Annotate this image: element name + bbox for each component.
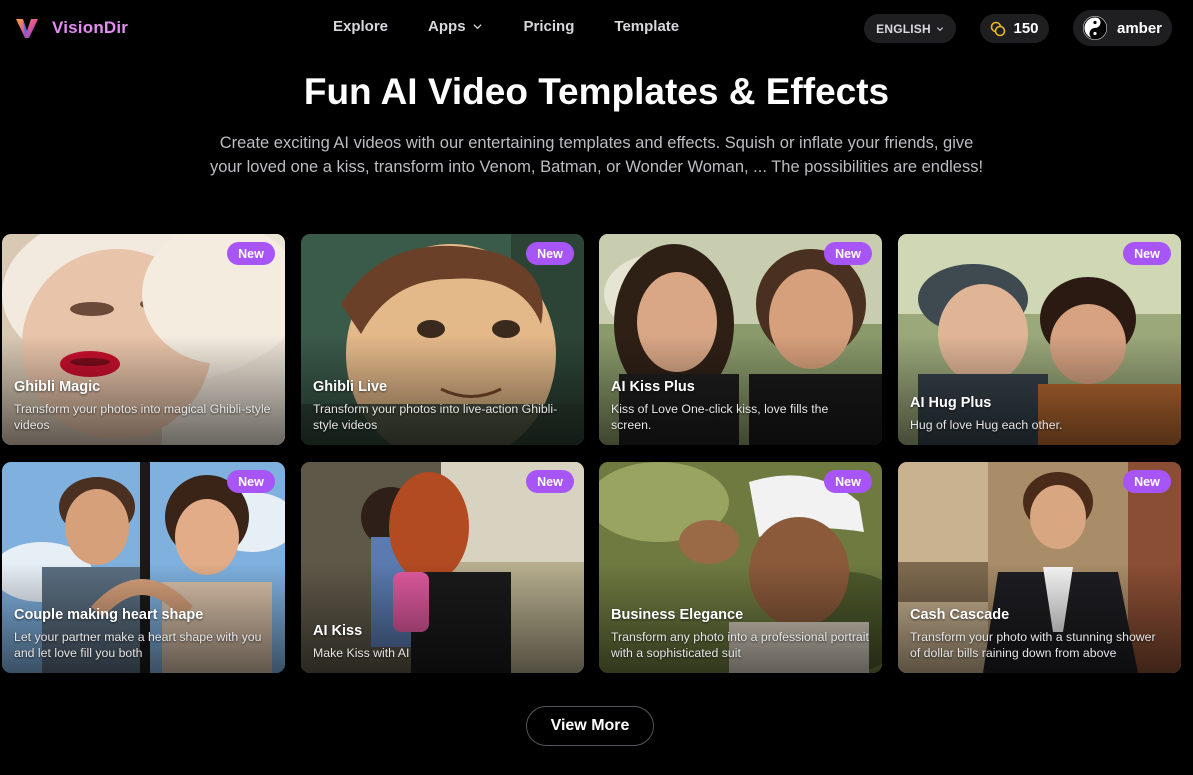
- nav-template[interactable]: Template: [614, 18, 679, 35]
- card-title: Ghibli Live: [313, 379, 388, 395]
- card-description: Transform your photo with a stunning sho…: [910, 630, 1156, 660]
- new-badge: New: [227, 470, 275, 493]
- new-badge: New: [824, 242, 872, 265]
- avatar: [1082, 16, 1107, 40]
- chevron-down-icon: [936, 26, 943, 31]
- username: amber: [1116, 19, 1163, 37]
- card-info: Ghibli Magic Transform your photos into …: [14, 379, 273, 433]
- card-info: Business Elegance Transform any photo in…: [611, 607, 870, 661]
- nav-apps[interactable]: Apps: [428, 18, 483, 35]
- brand-logo[interactable]: VisionDir: [14, 15, 128, 41]
- new-badge: New: [824, 470, 872, 493]
- card-description: Transform any photo into a professional …: [611, 630, 869, 660]
- card-description: Make Kiss with AI: [313, 646, 410, 660]
- card-title: AI Hug Plus: [910, 395, 992, 411]
- card-info: Couple making heart shape Let your partn…: [14, 607, 273, 661]
- new-badge: New: [227, 242, 275, 265]
- card-description: Transform your photos into magical Ghibl…: [14, 402, 271, 432]
- visiondir-logo-icon: [16, 19, 38, 38]
- yin-yang-avatar-icon: [1083, 16, 1107, 40]
- card-description: Kiss of Love One-click kiss, love fills …: [611, 402, 829, 432]
- brand-name: VisionDir: [52, 18, 129, 37]
- card-info: Cash Cascade Transform your photo with a…: [910, 607, 1169, 661]
- credits-balance[interactable]: 150: [980, 14, 1049, 43]
- coins-icon: [991, 21, 1006, 36]
- template-card-ghibli-magic[interactable]: New Ghibli Magic Transform your photos i…: [2, 234, 285, 445]
- nav-pricing[interactable]: Pricing: [524, 18, 575, 35]
- card-title: Cash Cascade: [910, 607, 1010, 623]
- view-more-button[interactable]: View More: [526, 706, 654, 746]
- nav-explore[interactable]: Explore: [333, 18, 388, 35]
- new-badge: New: [1123, 470, 1171, 493]
- main-nav: Explore Apps Pricing Template: [333, 18, 679, 35]
- card-info: AI Kiss Plus Kiss of Love One-click kiss…: [611, 379, 870, 433]
- template-card-ai-hug-plus[interactable]: New AI Hug Plus Hug of love Hug each oth…: [898, 234, 1181, 445]
- chevron-down-icon: [472, 24, 482, 30]
- page-title: Fun AI Video Templates & Effects: [303, 71, 890, 112]
- template-card-couple-heart-shape[interactable]: New Couple making heart shape Let your p…: [2, 462, 285, 673]
- template-card-ghibli-live[interactable]: New Ghibli Live Transform your photos in…: [301, 234, 584, 445]
- template-card-business-elegance[interactable]: New Business Elegance Transform any phot…: [599, 462, 882, 673]
- card-info: AI Hug Plus Hug of love Hug each other.: [910, 395, 1169, 433]
- card-title: Couple making heart shape: [14, 607, 204, 623]
- card-description: Hug of love Hug each other.: [910, 418, 1063, 432]
- card-info: Ghibli Live Transform your photos into l…: [313, 379, 572, 433]
- user-menu[interactable]: amber: [1073, 10, 1172, 46]
- credits-count: 150: [1013, 20, 1039, 37]
- template-card-ai-kiss-plus[interactable]: New AI Kiss Plus Kiss of Love One-click …: [599, 234, 882, 445]
- card-title: AI Kiss: [313, 623, 363, 639]
- template-card-ai-kiss[interactable]: New AI Kiss Make Kiss with AI: [301, 462, 584, 673]
- card-info: AI Kiss Make Kiss with AI: [313, 623, 572, 661]
- card-description: Let your partner make a heart shape with…: [14, 630, 262, 660]
- nav-apps-label: Apps: [428, 18, 466, 35]
- new-badge: New: [526, 242, 574, 265]
- page-subtitle: Create exciting AI videos with our enter…: [209, 134, 984, 176]
- card-title: AI Kiss Plus: [611, 379, 695, 395]
- template-card-cash-cascade[interactable]: New Cash Cascade Transform your photo wi…: [898, 462, 1181, 673]
- card-title: Business Elegance: [611, 607, 744, 623]
- language-label: ENGLISH: [876, 21, 931, 36]
- top-header: VisionDir Explore Apps Pricing Template …: [0, 0, 1193, 56]
- new-badge: New: [1123, 242, 1171, 265]
- new-badge: New: [526, 470, 574, 493]
- card-description: Transform your photos into live-action G…: [313, 402, 558, 432]
- card-title: Ghibli Magic: [14, 379, 101, 395]
- language-selector[interactable]: ENGLISH: [864, 14, 956, 43]
